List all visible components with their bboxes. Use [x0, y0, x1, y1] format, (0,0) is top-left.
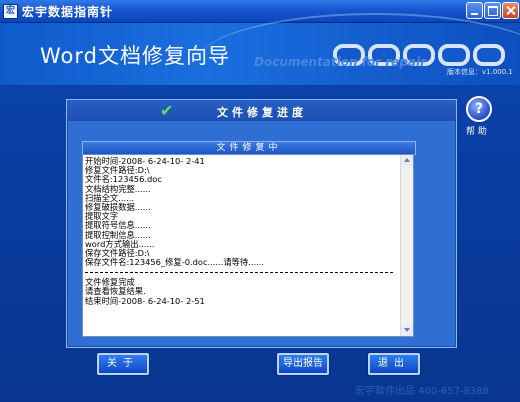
log-header: 文件修复中	[82, 141, 416, 155]
app-window: 宏 宏宇数据指南针 Word文档修复向导 Documentation for r…	[0, 0, 520, 402]
version-info: 版本信息：v1.000.1	[447, 68, 513, 76]
window-title: 宏宇数据指南针	[22, 5, 114, 19]
log-line: 保存文件名:123456_修复-0.doc......请等待......	[85, 257, 265, 268]
footer-credits: 宏宇软件出品 400-657-8388	[355, 386, 490, 397]
exit-button[interactable]: 退出	[368, 353, 420, 375]
panel-header: ✔ 文件修复进度	[67, 100, 456, 121]
panel-title: 文件修复进度	[217, 106, 307, 119]
maximize-button[interactable]	[484, 2, 501, 19]
log-header-title: 文件修复中	[216, 143, 282, 153]
log-separator	[85, 267, 393, 274]
banner-title: Word文档修复向导	[40, 44, 230, 68]
banner-subtitle: Documentation for repair	[254, 55, 427, 69]
ring-decoration	[473, 44, 505, 66]
log-lines: 开始时间-2008- 6-24-10- 2-41 修复文件路径:D:\ 文件名:…	[85, 156, 397, 306]
help-icon[interactable]: ?	[466, 96, 492, 122]
export-report-button[interactable]: 导出报告	[277, 353, 329, 375]
repair-progress-panel: ✔ 文件修复进度 文件修复中 开始时间-2008- 6-24-10- 2-41 …	[66, 99, 457, 348]
help-label[interactable]: 帮 助	[466, 124, 487, 137]
checkmark-icon: ✔	[160, 101, 174, 120]
log-line: 修复破损数据......	[85, 201, 151, 212]
log-line: 结束时间-2008- 6-24-10- 2-51	[85, 295, 205, 306]
about-button[interactable]: 关于	[97, 353, 149, 375]
scroll-up-arrow-icon[interactable]	[401, 155, 413, 166]
ring-decoration	[438, 44, 470, 66]
minimize-button[interactable]	[466, 2, 483, 19]
log-textarea[interactable]: 开始时间-2008- 6-24-10- 2-41 修复文件路径:D:\ 文件名:…	[82, 154, 414, 337]
scroll-down-arrow-icon[interactable]	[401, 325, 413, 336]
banner: Word文档修复向导 Documentation for repair 版本信息…	[0, 13, 520, 85]
app-icon: 宏	[3, 4, 18, 19]
close-button[interactable]	[502, 2, 519, 19]
log-scrollbar[interactable]	[400, 155, 413, 336]
